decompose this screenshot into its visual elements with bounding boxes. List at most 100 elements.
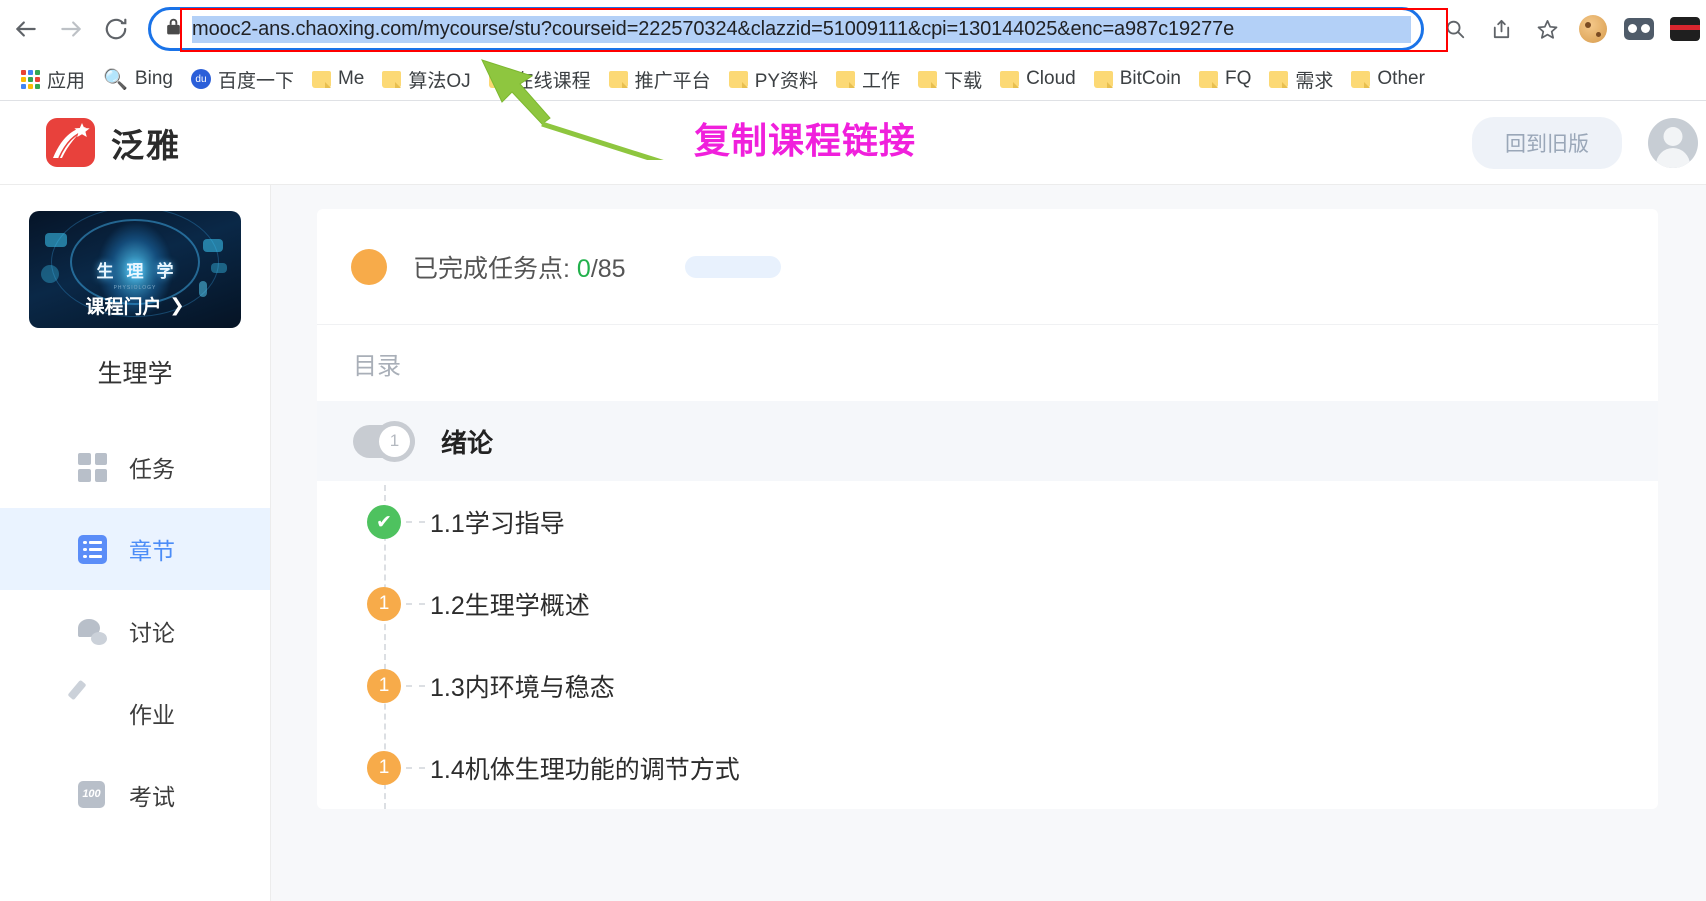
browser-toolbar: mooc2-ans.chaoxing.com/mycourse/stu?cour…	[0, 0, 1706, 58]
star-icon	[1537, 19, 1557, 39]
list-item[interactable]: ✔ 1.1学习指导	[353, 481, 1658, 563]
chapter-row[interactable]: 1 绪论	[317, 401, 1658, 481]
folder-icon	[918, 70, 938, 88]
zoom-search-icon	[1446, 20, 1465, 39]
list-item[interactable]: 1 1.4机体生理功能的调节方式	[353, 727, 1658, 809]
omnibox-wrapper: mooc2-ans.chaoxing.com/mycourse/stu?cour…	[148, 7, 1425, 51]
sidebar-item-label: 作业	[129, 702, 175, 728]
bookmark-bitcoin[interactable]: BitCoin	[1085, 64, 1190, 94]
list-item[interactable]: 1 1.3内环境与稳态	[353, 645, 1658, 727]
back-to-old-version-button[interactable]: 回到旧版	[1472, 116, 1622, 169]
bookmark-label: BitCoin	[1119, 68, 1181, 89]
header-actions: 回到旧版	[1472, 116, 1698, 169]
bookmark-downloads[interactable]: 下载	[909, 62, 991, 97]
course-portal-link[interactable]: 课程门户 ❯	[29, 292, 241, 319]
web-page: 泛雅 回到旧版 生理学 PHYSIOLOGY 课程门户 ❯ 生理学 任务 章节 …	[0, 100, 1706, 901]
bookmark-label: 下载	[944, 70, 983, 92]
sidebar-item-chapters[interactable]: 章节	[0, 508, 270, 590]
forward-button[interactable]	[53, 7, 90, 51]
sidebar-item-exam[interactable]: 100 考试	[0, 754, 270, 836]
sidebar-item-discussion[interactable]: 讨论	[0, 590, 270, 672]
fanya-logo-icon	[46, 118, 95, 167]
reload-button[interactable]	[97, 7, 134, 51]
site-logo[interactable]: 泛雅	[46, 118, 181, 167]
progress-total: /85	[590, 254, 626, 283]
bookmark-star-button[interactable]	[1526, 8, 1568, 50]
bookmark-fq[interactable]: FQ	[1190, 64, 1260, 94]
progress-completed: 0	[576, 254, 591, 283]
bookmark-work[interactable]: 工作	[827, 62, 909, 97]
back-button[interactable]	[8, 7, 45, 51]
orange-circle-icon	[351, 248, 387, 285]
chevron-right-icon: ❯	[169, 295, 185, 315]
baidu-icon: du	[190, 69, 211, 89]
folder-icon	[1000, 70, 1020, 88]
section-title: 1.4机体生理功能的调节方式	[430, 756, 740, 784]
bookmark-label: 算法OJ	[408, 70, 471, 92]
annotation-text: 复制课程链接	[694, 120, 917, 161]
progress-label: 已完成任务点: 0/85	[413, 249, 626, 285]
dark-extension-button[interactable]	[1664, 8, 1706, 50]
bookmark-other[interactable]: Other	[1342, 64, 1434, 94]
list-icon	[78, 534, 107, 564]
chat-icon	[78, 617, 107, 646]
folder-icon	[311, 70, 331, 88]
sidebar-item-homework[interactable]: 作业	[0, 672, 270, 754]
sidebar-item-label: 讨论	[129, 620, 175, 646]
course-name: 生理学	[97, 360, 173, 388]
cover-chip	[203, 239, 223, 252]
bookmark-label: Cloud	[1026, 68, 1076, 89]
section-list: ✔ 1.1学习指导 1 1.2生理学概述 1 1.3内环境与稳态 1 1.4机体…	[317, 481, 1658, 809]
chapter-number: 1	[379, 425, 410, 457]
folder-icon	[836, 70, 856, 88]
bookmark-label: Bing	[134, 68, 173, 89]
browser-chrome: mooc2-ans.chaoxing.com/mycourse/stu?cour…	[0, 0, 1706, 100]
glasses-extension-button[interactable]	[1618, 8, 1660, 50]
avatar[interactable]	[1648, 117, 1698, 168]
bookmark-apps[interactable]: 应用	[12, 62, 94, 97]
bing-search-icon: 🔍	[103, 68, 128, 91]
chapter-toggle[interactable]: 1	[353, 420, 415, 462]
bookmark-baidu[interactable]: du 百度一下	[182, 62, 303, 97]
folder-icon	[1093, 70, 1113, 88]
chapters-panel: 已完成任务点: 0/85 目录 1 绪论 ✔ 1.1学习指导 1 1.2生理学概…	[317, 209, 1658, 809]
score-100-icon: 100	[78, 780, 107, 810]
cookie-icon	[1579, 15, 1608, 43]
main-content: 已完成任务点: 0/85 目录 1 绪论 ✔ 1.1学习指导 1 1.2生理学概…	[271, 185, 1706, 901]
bookmark-label: Other	[1377, 68, 1425, 89]
grid-icon	[78, 452, 107, 482]
bookmarks-bar: 应用 🔍 Bing du 百度一下 Me 算法OJ 在线课程 推广平台 PY资料	[0, 58, 1706, 100]
page-body: 生理学 PHYSIOLOGY 课程门户 ❯ 生理学 任务 章节 讨论 作业 10…	[0, 185, 1706, 901]
bookmark-algo-oj[interactable]: 算法OJ	[373, 62, 479, 97]
cookie-extension-button[interactable]	[1572, 8, 1614, 50]
list-item[interactable]: 1 1.2生理学概述	[353, 563, 1658, 645]
document-pencil-icon	[67, 679, 107, 728]
bookmark-bing[interactable]: 🔍 Bing	[94, 63, 182, 96]
bookmark-requirements[interactable]: 需求	[1260, 62, 1342, 97]
progress-summary: 已完成任务点: 0/85	[317, 209, 1658, 325]
folder-icon	[1269, 70, 1289, 88]
bookmark-label: FQ	[1224, 68, 1252, 89]
glasses-icon	[1624, 18, 1655, 40]
extension-icon	[1670, 17, 1701, 41]
site-logo-text: 泛雅	[111, 126, 181, 164]
back-arrow-icon	[16, 21, 37, 37]
sidebar-item-label: 任务	[129, 456, 175, 482]
cover-title: 生理学	[96, 262, 187, 281]
lock-icon	[165, 17, 182, 41]
section-connector	[406, 685, 425, 687]
zoom-button[interactable]	[1434, 8, 1476, 50]
section-title: 1.2生理学概述	[430, 592, 590, 620]
bookmark-label: 工作	[862, 70, 901, 92]
section-status-pending-icon: 1	[367, 669, 401, 703]
address-bar[interactable]: mooc2-ans.chaoxing.com/mycourse/stu?cour…	[148, 7, 1425, 51]
bookmark-me[interactable]: Me	[303, 64, 373, 94]
bookmark-cloud[interactable]: Cloud	[991, 64, 1085, 94]
section-connector	[406, 521, 425, 523]
bookmark-label: 百度一下	[217, 70, 294, 92]
omnibox-actions	[1434, 8, 1706, 50]
sidebar-item-tasks[interactable]: 任务	[0, 426, 270, 508]
share-button[interactable]	[1480, 8, 1522, 50]
forward-arrow-icon	[61, 21, 81, 37]
course-cover-card[interactable]: 生理学 PHYSIOLOGY 课程门户 ❯	[29, 211, 241, 328]
